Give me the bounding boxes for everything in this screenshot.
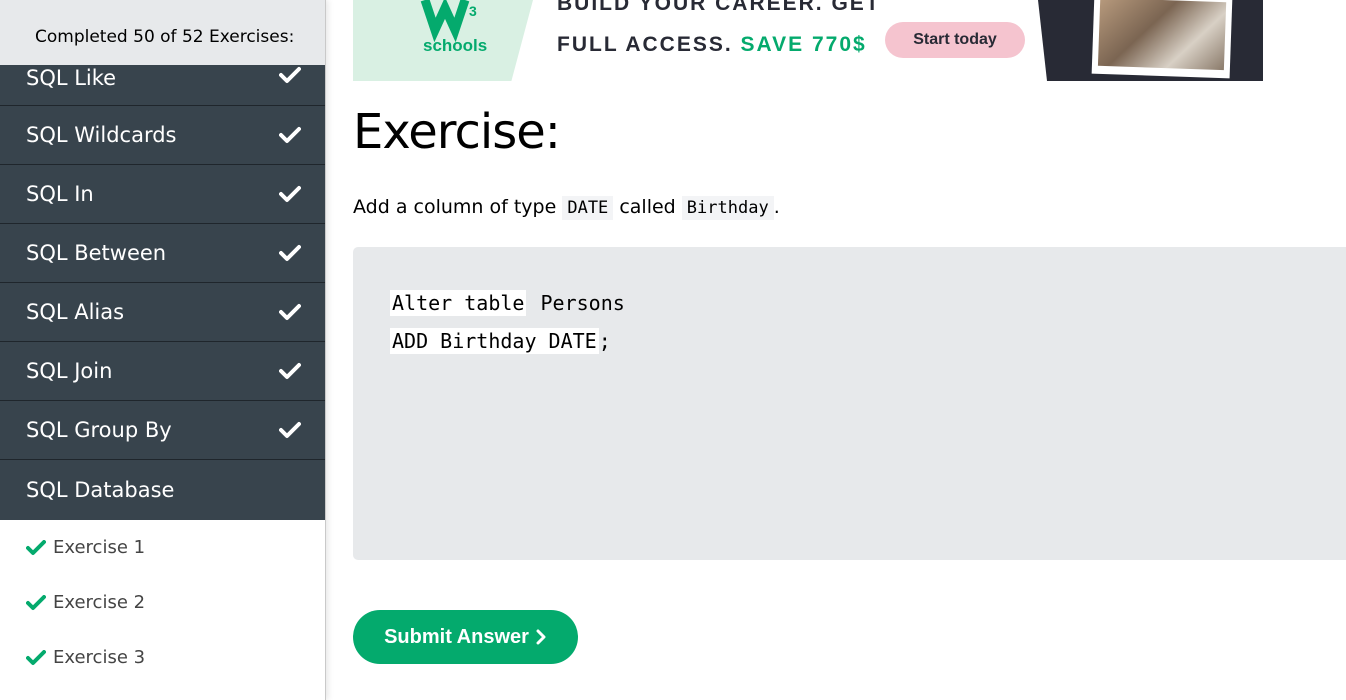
banner-headline: BUILD YOUR CAREER. GET — [557, 0, 881, 15]
topic-sql-in[interactable]: SQL In — [0, 165, 325, 224]
answer-input[interactable]: ADD Birthday DATE — [390, 328, 599, 354]
exercise-instruction: Add a column of type DATE called Birthda… — [353, 196, 780, 220]
submit-label: Submit Answer — [384, 625, 529, 648]
code-keyword: Alter table — [390, 290, 527, 316]
banner-subheadline: FULL ACCESS. SAVE 770$ — [557, 33, 867, 57]
topic-label: SQL Wildcards — [26, 123, 177, 147]
topic-list: SQL Like SQL Wildcards SQL In SQL Betwee… — [0, 65, 325, 520]
check-icon — [279, 126, 301, 144]
code-editor[interactable]: Alter table Persons ADD Birthday DATE; — [353, 247, 1346, 560]
check-icon — [279, 303, 301, 321]
banner-line2-prefix: FULL ACCESS. — [557, 33, 733, 56]
topic-sql-join[interactable]: SQL Join — [0, 342, 325, 401]
exercise-link-1[interactable]: Exercise 1 — [0, 520, 325, 575]
banner-logo-text: schools — [423, 36, 488, 55]
page-title: Exercise: — [353, 104, 561, 160]
exercise-link-2[interactable]: Exercise 2 — [0, 575, 325, 630]
check-icon — [279, 66, 301, 84]
topic-sql-alias[interactable]: SQL Alias — [0, 283, 325, 342]
topic-sql-group-by[interactable]: SQL Group By — [0, 401, 325, 460]
exercise-label: Exercise 3 — [53, 647, 146, 668]
exercise-label: Exercise 1 — [53, 537, 146, 558]
check-icon — [26, 594, 46, 611]
topic-label: SQL In — [26, 182, 94, 206]
instruction-code-type: DATE — [562, 196, 614, 220]
check-icon — [26, 649, 46, 666]
svg-text:3: 3 — [469, 3, 477, 19]
banner-logo-area: 3 schools — [353, 0, 533, 81]
topic-label: SQL Between — [26, 241, 167, 265]
check-icon — [279, 244, 301, 262]
topic-label: SQL Like — [26, 66, 117, 90]
code-semicolon: ; — [598, 329, 611, 353]
topic-label: SQL Database — [26, 478, 175, 502]
progress-summary: Completed 50 of 52 Exercises: — [0, 0, 325, 65]
topic-label: SQL Group By — [26, 418, 172, 442]
check-icon — [26, 539, 46, 556]
progress-text: Completed 50 of 52 Exercises: — [35, 26, 295, 47]
code-table-name: Persons — [540, 291, 625, 315]
topic-sql-between[interactable]: SQL Between — [0, 224, 325, 283]
promo-banner[interactable]: 3 schools BUILD YOUR CAREER. GET FULL AC… — [353, 0, 1263, 81]
exercise-link-3[interactable]: Exercise 3 — [0, 630, 325, 685]
check-icon — [279, 421, 301, 439]
check-icon — [279, 362, 301, 380]
start-today-button[interactable]: Start today — [885, 22, 1025, 58]
topic-sql-wildcards[interactable]: SQL Wildcards — [0, 106, 325, 165]
code-line-1: Alter table Persons — [390, 290, 627, 316]
topic-label: SQL Join — [26, 359, 113, 383]
instruction-text: Add a column of type — [353, 196, 557, 218]
instruction-text: called — [619, 196, 676, 218]
code-line-2: ADD Birthday DATE; — [390, 328, 611, 354]
topic-sql-database[interactable]: SQL Database — [0, 460, 325, 520]
exercise-label: Exercise 2 — [53, 592, 146, 613]
check-icon — [279, 185, 301, 203]
topic-sql-like[interactable]: SQL Like — [0, 65, 325, 106]
instruction-period: . — [773, 196, 780, 218]
exercise-list: Exercise 1 Exercise 2 Exercise 3 — [0, 520, 325, 685]
topic-label: SQL Alias — [26, 300, 125, 324]
banner-photo-image — [1097, 0, 1227, 71]
exercise-sidebar: Completed 50 of 52 Exercises: SQL Like S… — [0, 0, 326, 700]
chevron-right-icon — [536, 629, 546, 645]
submit-answer-button[interactable]: Submit Answer — [353, 610, 578, 664]
banner-savings: SAVE 770$ — [740, 33, 867, 56]
banner-photo — [1091, 0, 1233, 79]
instruction-code-column: Birthday — [681, 196, 774, 220]
